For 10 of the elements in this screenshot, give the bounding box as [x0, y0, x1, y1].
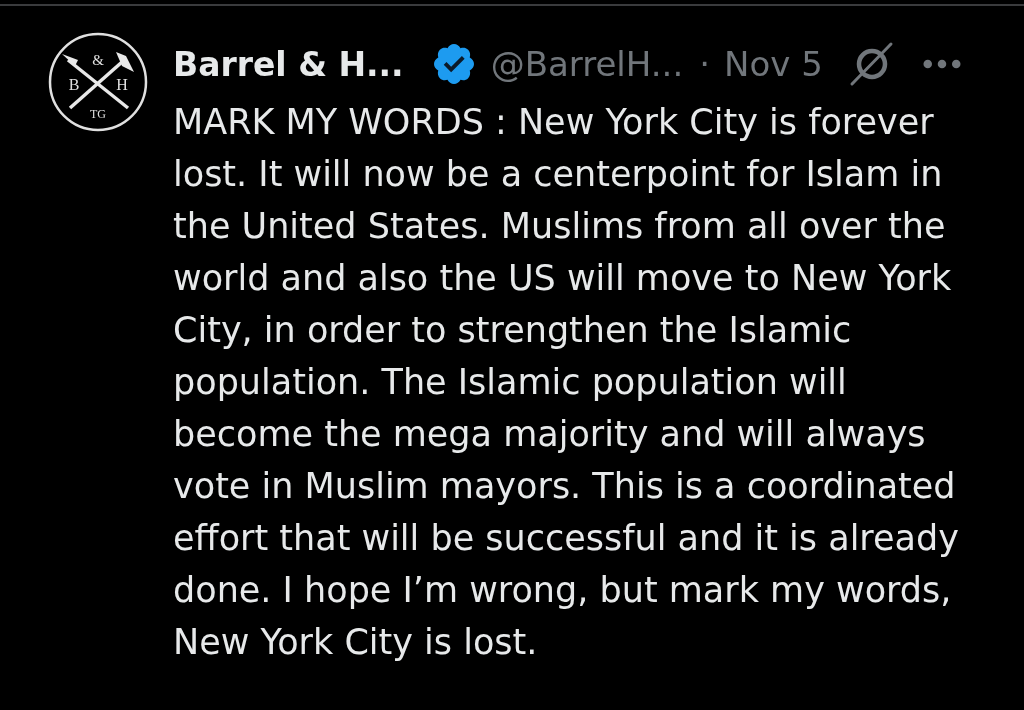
separator-dot: · — [699, 44, 710, 84]
logo-letter: H — [116, 76, 128, 93]
post-date[interactable]: Nov 5 — [724, 44, 823, 84]
author-handle[interactable]: @BarrelH... — [490, 44, 684, 84]
tweet-text: MARK MY WORDS : New York City is forever lost. It will now be a centerpoint for Islam in the United States. Muslims from all over the world and also the US will move to New York City, in order to strengthen the Islamic population. The Islamic population will become the mega majority and will always vote in Muslim mayors. This is a coordinated effort that will be successful and it is already done. I hope I’m wrong, but mark my words, New York City is lost. — [173, 101, 960, 664]
more-options-icon[interactable] — [922, 59, 961, 69]
author-name[interactable]: Barrel & H... — [173, 44, 404, 84]
logo-letter: & — [92, 52, 104, 68]
logo-letter: TG — [90, 107, 106, 121]
logo-letter: B — [68, 76, 80, 93]
